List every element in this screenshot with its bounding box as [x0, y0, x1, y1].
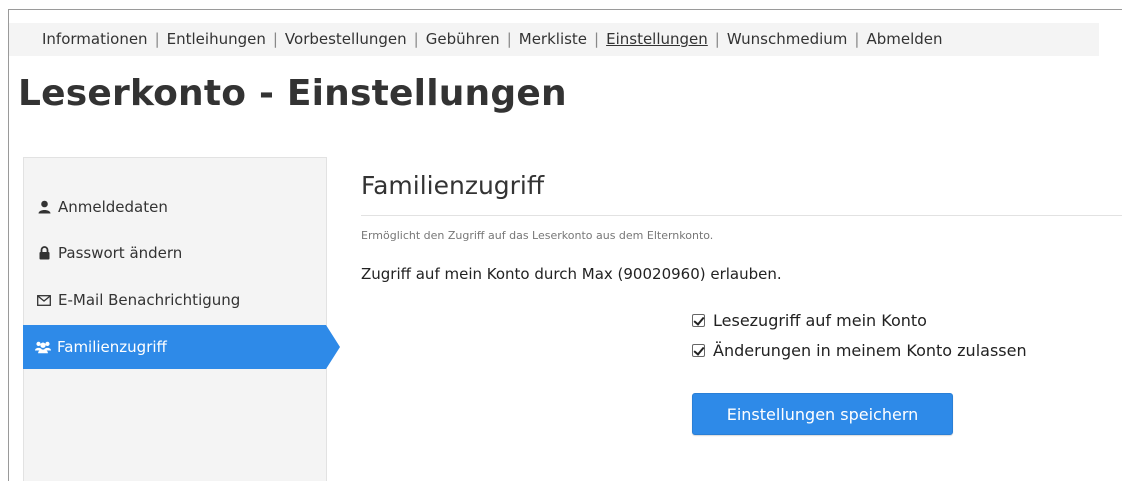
user-icon [36, 199, 52, 215]
save-settings-button[interactable]: Einstellungen speichern [692, 393, 953, 435]
section-divider [361, 215, 1122, 216]
window-frame-left [8, 9, 9, 481]
access-statement: Zugriff auf mein Konto durch Max (900209… [361, 265, 782, 283]
sidebar-item-label: Familienzugriff [57, 338, 167, 356]
nav-separator: | [854, 30, 860, 48]
envelope-icon [36, 292, 52, 308]
read-access-label: Lesezugriff auf mein Konto [713, 311, 927, 330]
sidebar-item-email-benachrichtigung[interactable]: E-Mail Benachrichtigung [24, 278, 327, 322]
settings-sidebar: Anmeldedaten Passwort ändern E-Mail Bena… [23, 157, 340, 481]
lock-icon [36, 245, 52, 261]
section-title: Familienzugriff [361, 171, 545, 200]
sidebar-item-anmeldedaten[interactable]: Anmeldedaten [24, 185, 327, 229]
sidebar-item-label: Passwort ändern [58, 244, 183, 262]
sidebar-item-familienzugriff[interactable]: Familienzugriff [23, 325, 340, 369]
nav-item-abmelden[interactable]: Abmelden [866, 30, 942, 48]
page-title: Leserkonto - Einstellungen [18, 73, 567, 114]
nav-item-gebuehren[interactable]: Gebühren [426, 30, 500, 48]
users-icon [35, 339, 51, 355]
allow-changes-option[interactable]: Änderungen in meinem Konto zulassen [692, 341, 1027, 360]
nav-separator: | [594, 30, 600, 48]
read-access-option[interactable]: Lesezugriff auf mein Konto [692, 311, 927, 330]
nav-separator: | [413, 30, 419, 48]
section-description: Ermöglicht den Zugriff auf das Leserkont… [361, 229, 714, 242]
nav-separator: | [714, 30, 720, 48]
window-frame-top [9, 9, 1122, 10]
top-navigation: Informationen | Entleihungen | Vorbestellung… [9, 23, 1099, 56]
read-access-checkbox[interactable] [692, 314, 705, 327]
nav-item-merkliste[interactable]: Merkliste [519, 30, 587, 48]
nav-separator: | [506, 30, 512, 48]
sidebar-item-label: Anmeldedaten [58, 198, 168, 216]
nav-item-vorbestellungen[interactable]: Vorbestellungen [285, 30, 407, 48]
nav-separator: | [154, 30, 160, 48]
nav-item-einstellungen[interactable]: Einstellungen [606, 30, 708, 48]
allow-changes-checkbox[interactable] [692, 344, 705, 357]
sidebar-item-passwort-aendern[interactable]: Passwort ändern [24, 231, 327, 275]
nav-separator: | [272, 30, 278, 48]
nav-item-entleihungen[interactable]: Entleihungen [167, 30, 266, 48]
sidebar-item-label: E-Mail Benachrichtigung [58, 291, 241, 309]
allow-changes-label: Änderungen in meinem Konto zulassen [713, 341, 1027, 360]
nav-item-wunschmedium[interactable]: Wunschmedium [727, 30, 848, 48]
nav-item-informationen[interactable]: Informationen [42, 30, 148, 48]
